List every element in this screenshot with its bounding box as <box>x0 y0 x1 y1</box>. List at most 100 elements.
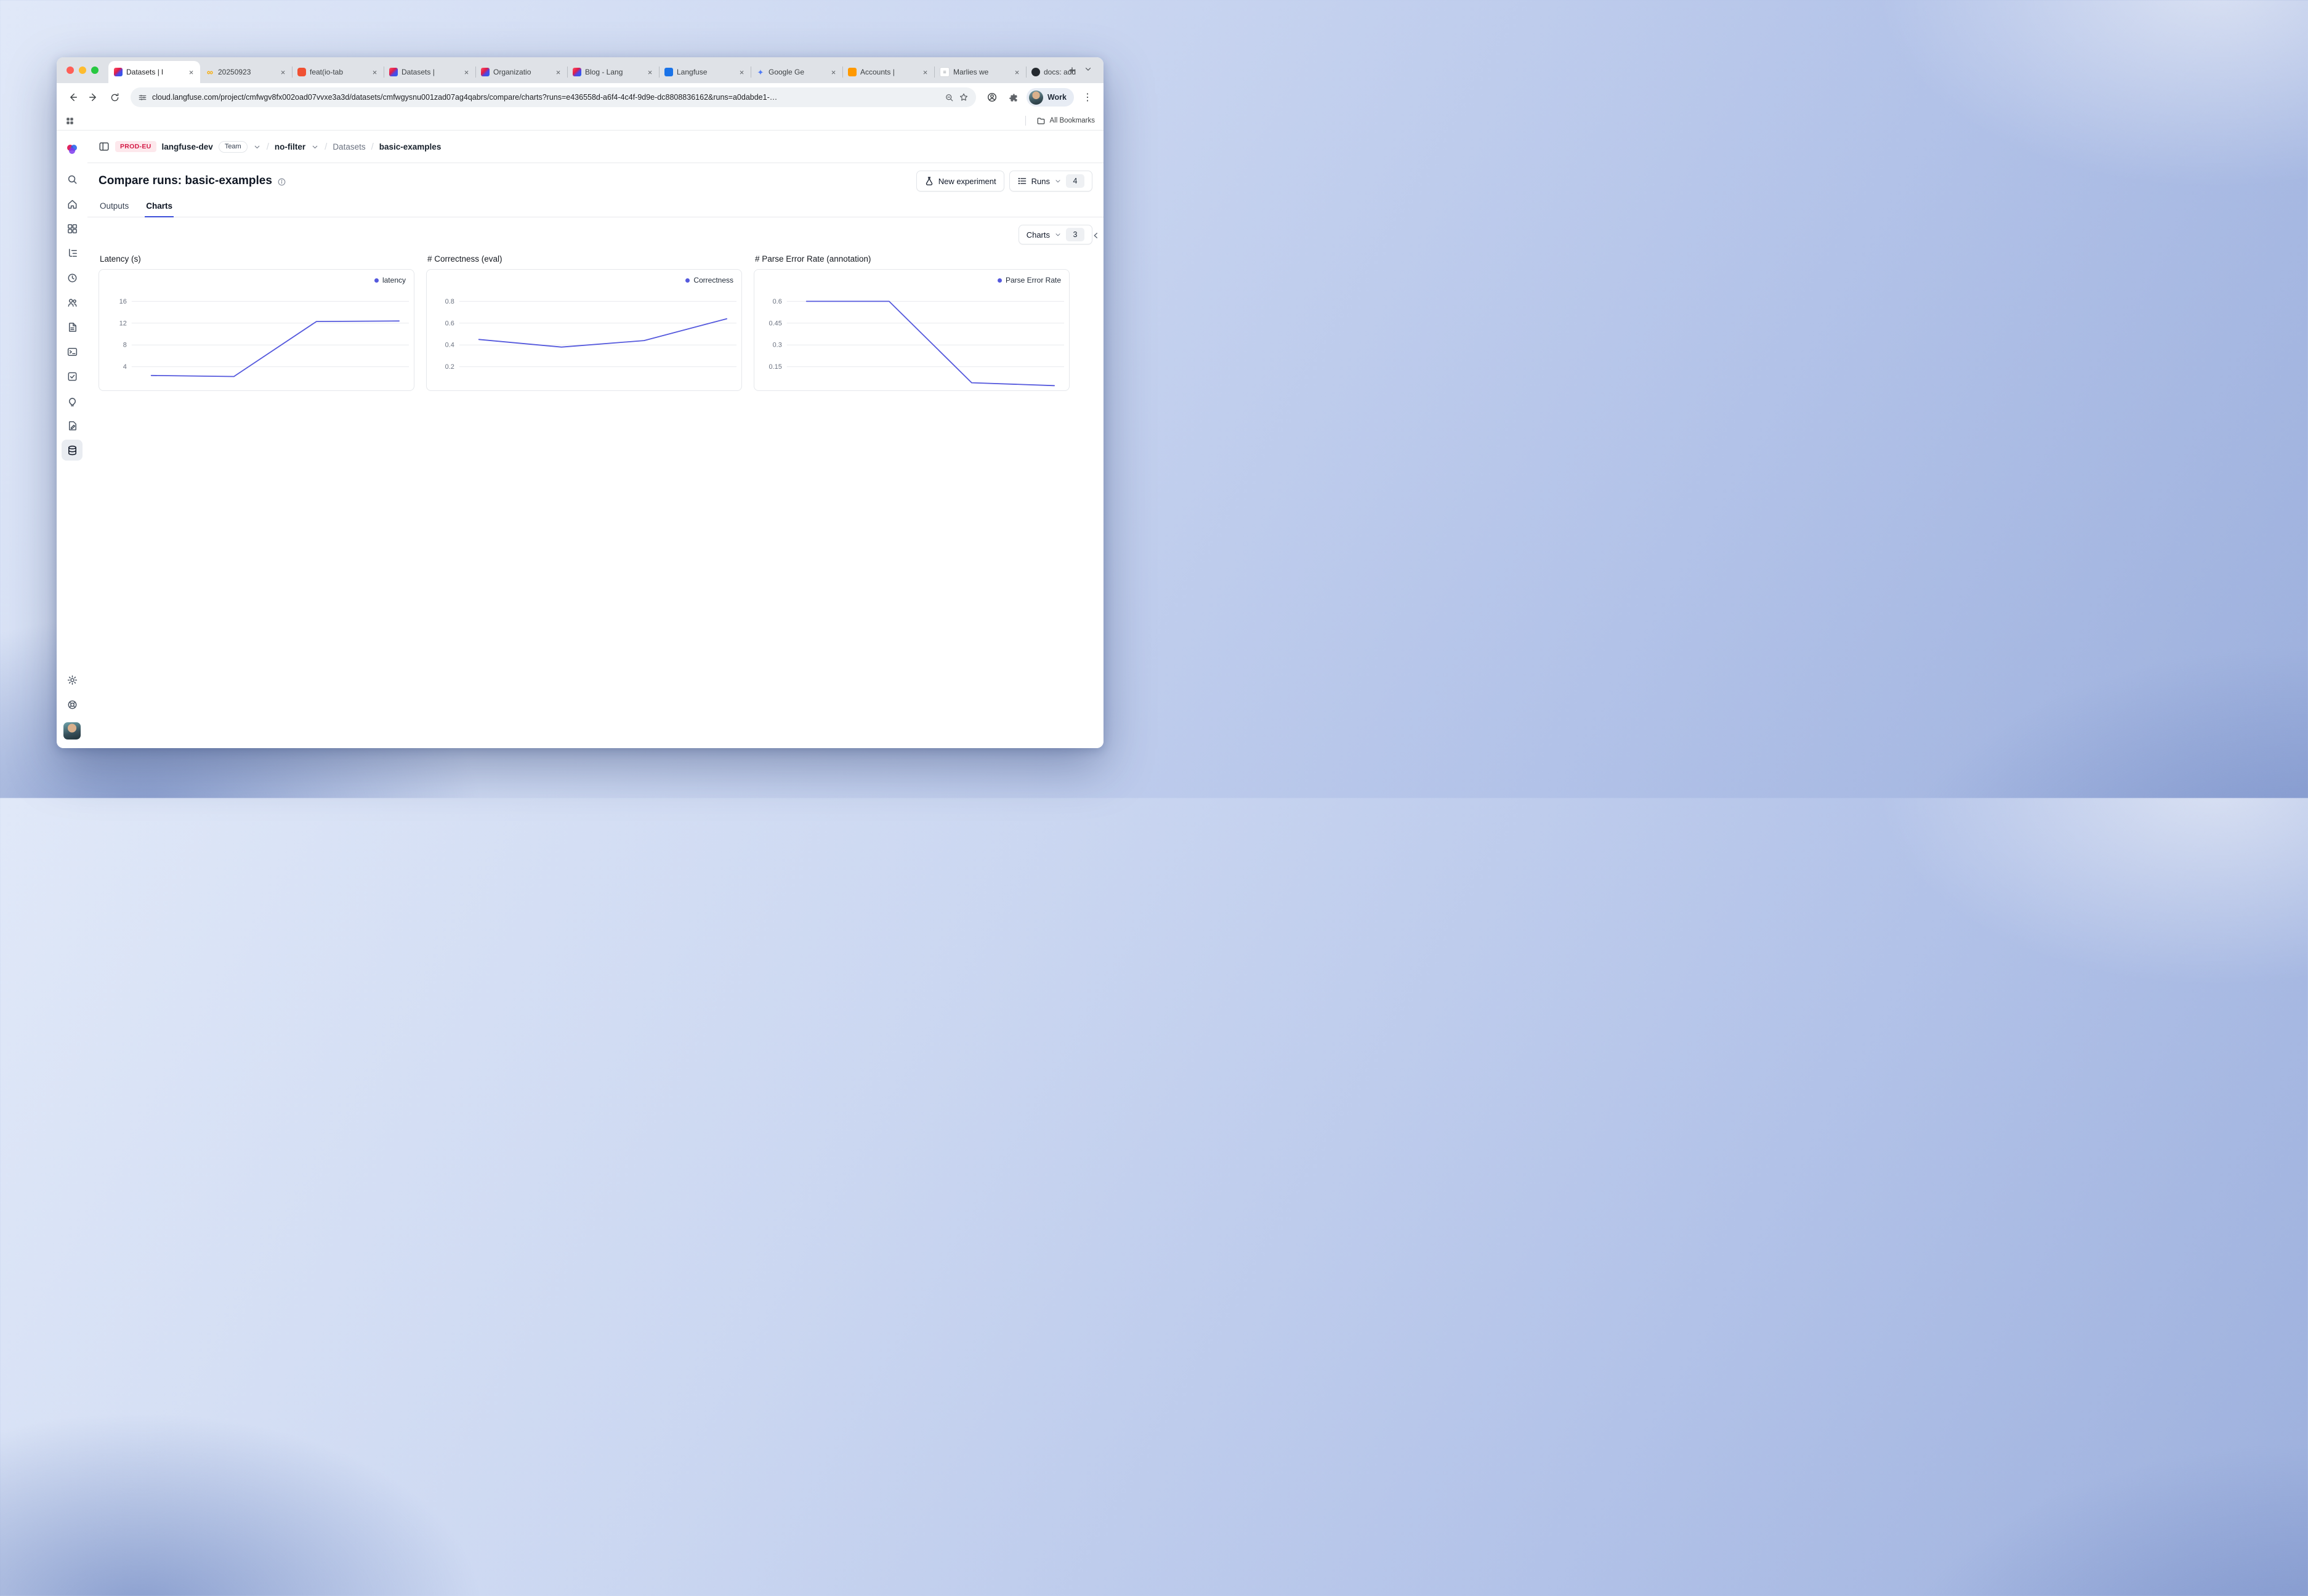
sidebar-toggle-icon[interactable] <box>99 141 110 152</box>
sidebar-item-support[interactable] <box>62 694 83 715</box>
bookmark-star-icon[interactable] <box>959 92 969 102</box>
tab-close-icon[interactable]: × <box>370 68 379 77</box>
browser-tab[interactable]: Blog - Lang× <box>567 61 659 83</box>
list-icon <box>1017 176 1027 186</box>
browser-tab[interactable]: Datasets |× <box>384 61 475 83</box>
browser-tab[interactable]: docs: add× <box>1026 61 1104 83</box>
sidebar-item-datasets[interactable] <box>62 440 83 461</box>
browser-tab[interactable]: ∞20250923× <box>200 61 292 83</box>
reload-button[interactable] <box>105 87 124 107</box>
legend-dot <box>998 278 1002 283</box>
breadcrumb: PROD-EU langfuse-dev Team / no-filter / … <box>87 131 1104 163</box>
site-settings-icon[interactable] <box>138 93 147 102</box>
sidebar-item-evaluation[interactable] <box>62 366 83 387</box>
sidebar-item-playground[interactable] <box>62 341 83 362</box>
browser-profile-button[interactable]: Work <box>1027 88 1074 107</box>
browser-tab[interactable]: Organizatio× <box>475 61 567 83</box>
tab-close-icon[interactable]: × <box>921 68 930 77</box>
new-experiment-button[interactable]: New experiment <box>916 171 1004 191</box>
breadcrumb-datasets-link[interactable]: Datasets <box>333 142 365 151</box>
project-name[interactable]: no-filter <box>275 142 305 151</box>
tab-close-icon[interactable]: × <box>462 68 471 77</box>
extensions-icon[interactable] <box>1003 87 1023 107</box>
sidebar-item-settings[interactable] <box>62 669 83 690</box>
browser-tab[interactable]: Langfuse × <box>659 61 751 83</box>
tab-close-icon[interactable]: × <box>645 68 655 77</box>
zoom-icon[interactable] <box>945 93 954 102</box>
tab-close-icon[interactable]: × <box>737 68 746 77</box>
sidebar-item-prompts[interactable] <box>62 316 83 337</box>
organization-name[interactable]: langfuse-dev <box>162 142 213 151</box>
line-chart: 0.150.30.450.6 <box>754 270 1069 390</box>
tab-close-icon[interactable]: × <box>1012 68 1022 77</box>
bluedoc-favicon <box>664 68 673 76</box>
legend-label: Parse Error Rate <box>1006 276 1061 284</box>
tracing-icon <box>67 248 78 259</box>
gemini-favicon: ✦ <box>756 68 765 76</box>
sidebar-item-dashboards[interactable] <box>62 218 83 239</box>
collapse-panel-chevron-icon[interactable] <box>1091 231 1100 240</box>
tab-title: Marlies we <box>953 68 1009 76</box>
evaluation-icon <box>67 371 78 382</box>
forward-button[interactable] <box>84 87 103 107</box>
runs-dropdown-button[interactable]: Runs 4 <box>1009 171 1092 191</box>
sidebar-item-sessions[interactable] <box>62 267 83 288</box>
chart-card: 0.150.30.450.6Parse Error Rate <box>754 269 1070 391</box>
browser-tab[interactable]: Accounts | × <box>842 61 934 83</box>
tab-title: Langfuse <box>677 68 733 76</box>
search-icon <box>67 174 78 185</box>
legend-dot <box>374 278 379 283</box>
chart-legend: Correctness <box>685 276 733 284</box>
datasets-icon <box>67 445 78 456</box>
runs-label: Runs <box>1031 177 1050 186</box>
breadcrumb-separator: / <box>325 142 327 152</box>
tab-close-icon[interactable]: × <box>278 68 288 77</box>
sidebar-item-search[interactable] <box>62 169 83 190</box>
apps-grid-icon[interactable] <box>65 116 75 126</box>
svg-text:4: 4 <box>123 363 127 371</box>
browser-tab[interactable]: ≡Marlies we× <box>934 61 1026 83</box>
minimize-window-button[interactable] <box>79 66 86 74</box>
sidebar-item-tracing[interactable] <box>62 243 83 264</box>
tab-close-icon[interactable]: × <box>829 68 838 77</box>
chart-title: # Correctness (eval) <box>427 254 742 264</box>
sidebar-item-home[interactable] <box>62 193 83 214</box>
charts-row: Latency (s)481216latency# Correctness (e… <box>99 254 1092 391</box>
langfuse-logo[interactable] <box>65 135 79 163</box>
browser-tabs: Datasets | l×∞20250923×feat(io-tab×Datas… <box>108 61 1059 83</box>
tab-close-icon[interactable]: × <box>187 68 196 77</box>
account-icon[interactable] <box>982 87 1002 107</box>
user-avatar[interactable] <box>63 722 81 740</box>
doc-favicon: ≡ <box>940 67 950 77</box>
url-bar[interactable]: cloud.langfuse.com/project/cmfwgv8fx002o… <box>131 87 976 107</box>
browser-tab[interactable]: feat(io-tab× <box>292 61 384 83</box>
bookmarks-divider <box>1025 116 1026 126</box>
breadcrumb-dataset-name[interactable]: basic-examples <box>379 142 442 151</box>
project-switcher-chevron-icon[interactable] <box>311 143 319 151</box>
zoom-window-button[interactable] <box>91 66 99 74</box>
url-text[interactable]: cloud.langfuse.com/project/cmfwgv8fx002o… <box>152 93 940 102</box>
browser-tab[interactable]: Datasets | l× <box>108 61 200 83</box>
chart-legend: Parse Error Rate <box>998 276 1061 284</box>
sidebar-item-users[interactable] <box>62 292 83 313</box>
info-icon[interactable] <box>277 177 286 187</box>
close-window-button[interactable] <box>67 66 74 74</box>
sidebar-item-insights[interactable] <box>62 390 83 411</box>
page-tabs: Outputs Charts <box>87 196 1104 217</box>
playground-icon <box>67 346 78 358</box>
browser-menu-icon[interactable]: ⋮ <box>1078 87 1097 107</box>
all-bookmarks-label[interactable]: All Bookmarks <box>1050 117 1095 124</box>
langfuse-favicon <box>389 68 398 76</box>
tab-close-icon[interactable]: × <box>554 68 563 77</box>
tab-outputs[interactable]: Outputs <box>99 196 130 217</box>
back-button[interactable] <box>63 87 83 107</box>
svg-text:16: 16 <box>119 298 127 305</box>
main-area: PROD-EU langfuse-dev Team / no-filter / … <box>87 131 1104 748</box>
org-switcher-chevron-icon[interactable] <box>253 143 261 151</box>
charts-dropdown-button[interactable]: Charts 3 <box>1019 225 1092 244</box>
browser-tab[interactable]: ✦Google Ge× <box>751 61 842 83</box>
sidebar-item-annotations[interactable] <box>62 415 83 436</box>
tab-title: Accounts | <box>860 68 917 76</box>
tab-charts[interactable]: Charts <box>145 196 174 217</box>
browser-window: Datasets | l×∞20250923×feat(io-tab×Datas… <box>57 57 1104 748</box>
